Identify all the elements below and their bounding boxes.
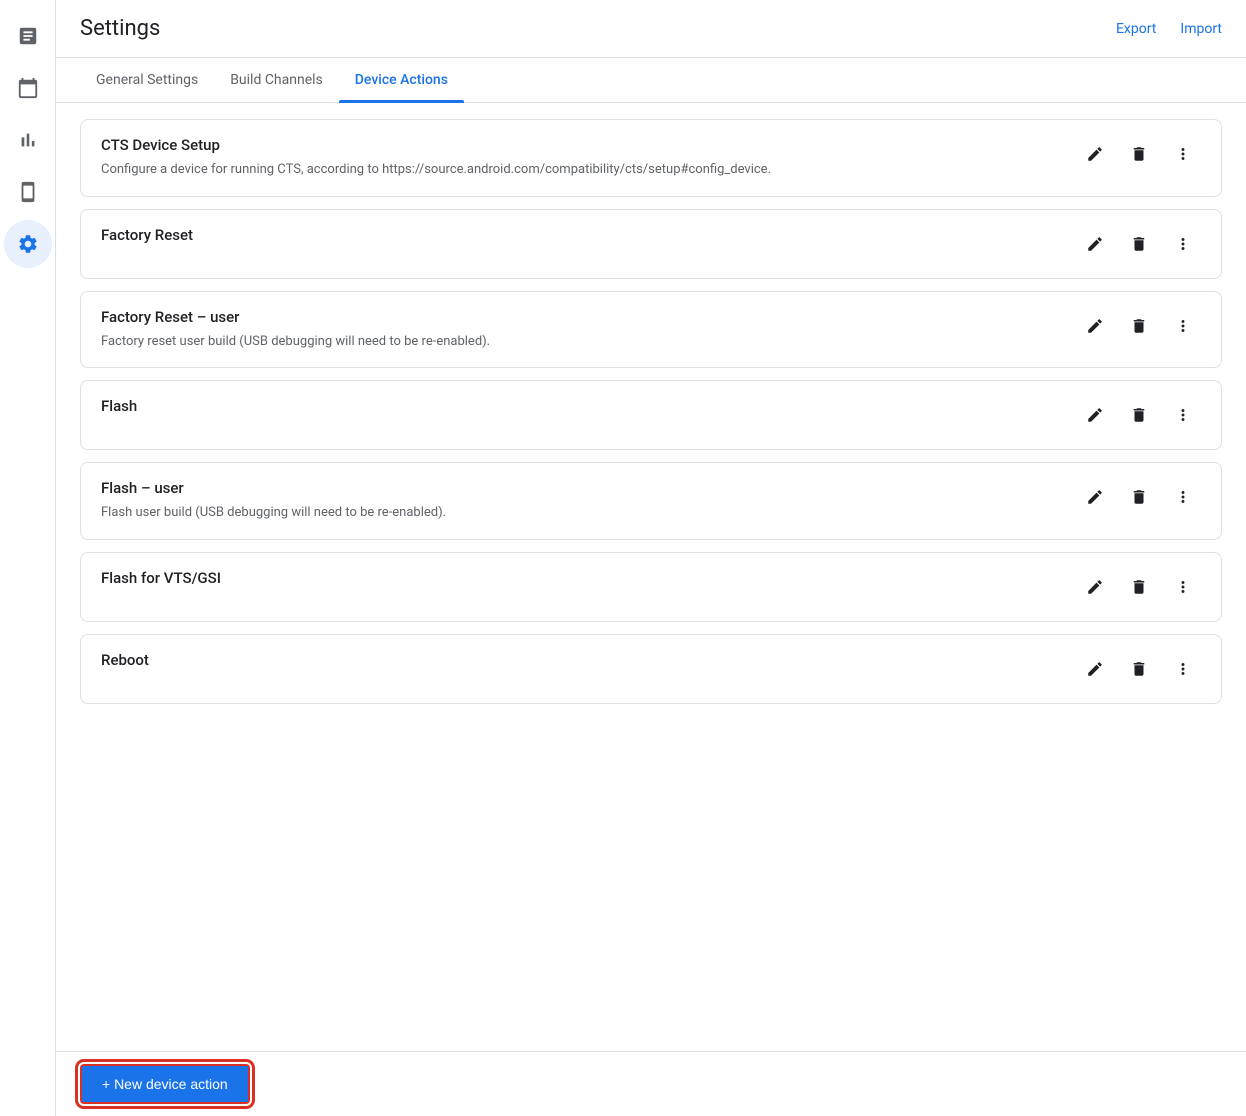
action-buttons-reboot — [1077, 651, 1201, 687]
header: Settings Export Import — [56, 0, 1246, 58]
bottom-bar: + New device action — [56, 1051, 1246, 1116]
action-content-cts-device-setup: CTS Device Setup Configure a device for r… — [101, 136, 1077, 180]
edit-button-flash-vts-gsi[interactable] — [1077, 569, 1113, 605]
more-button-reboot[interactable] — [1165, 651, 1201, 687]
export-link[interactable]: Export — [1116, 21, 1156, 37]
header-actions: Export Import — [1116, 21, 1222, 37]
delete-button-cts-device-setup[interactable] — [1121, 136, 1157, 172]
action-content-reboot: Reboot — [101, 651, 1077, 675]
sidebar-item-calendar[interactable] — [4, 64, 52, 112]
delete-button-flash-user[interactable] — [1121, 479, 1157, 515]
action-card-factory-reset-user: Factory Reset – user Factory reset user b… — [80, 291, 1222, 369]
content-area: CTS Device Setup Configure a device for r… — [56, 103, 1246, 1116]
action-desc-cts-device-setup: Configure a device for running CTS, acco… — [101, 160, 1053, 180]
action-buttons-flash-vts-gsi — [1077, 569, 1201, 605]
action-content-flash-user: Flash – user Flash user build (USB debugg… — [101, 479, 1077, 523]
edit-button-cts-device-setup[interactable] — [1077, 136, 1113, 172]
edit-button-factory-reset-user[interactable] — [1077, 308, 1113, 344]
delete-button-reboot[interactable] — [1121, 651, 1157, 687]
sidebar — [0, 0, 56, 1116]
action-content-flash: Flash — [101, 397, 1077, 421]
sidebar-item-analytics[interactable] — [4, 116, 52, 164]
action-card-flash-vts-gsi: Flash for VTS/GSI — [80, 552, 1222, 622]
more-button-flash-vts-gsi[interactable] — [1165, 569, 1201, 605]
action-buttons-factory-reset — [1077, 226, 1201, 262]
new-device-action-button[interactable]: + New device action — [80, 1064, 250, 1104]
action-card-factory-reset: Factory Reset — [80, 209, 1222, 279]
action-title-factory-reset: Factory Reset — [101, 226, 1053, 244]
action-buttons-factory-reset-user — [1077, 308, 1201, 344]
action-content-factory-reset-user: Factory Reset – user Factory reset user b… — [101, 308, 1077, 352]
actions-list: CTS Device Setup Configure a device for r… — [80, 119, 1222, 704]
action-buttons-flash — [1077, 397, 1201, 433]
more-button-flash[interactable] — [1165, 397, 1201, 433]
sidebar-item-devices[interactable] — [4, 168, 52, 216]
action-title-reboot: Reboot — [101, 651, 1053, 669]
delete-button-flash[interactable] — [1121, 397, 1157, 433]
action-content-factory-reset: Factory Reset — [101, 226, 1077, 250]
delete-button-flash-vts-gsi[interactable] — [1121, 569, 1157, 605]
main-content: Settings Export Import General Settings … — [56, 0, 1246, 1116]
action-buttons-flash-user — [1077, 479, 1201, 515]
tabs-bar: General Settings Build Channels Device A… — [56, 58, 1246, 103]
action-title-flash-vts-gsi: Flash for VTS/GSI — [101, 569, 1053, 587]
action-card-reboot: Reboot — [80, 634, 1222, 704]
edit-button-factory-reset[interactable] — [1077, 226, 1113, 262]
edit-button-flash[interactable] — [1077, 397, 1113, 433]
action-card-flash-user: Flash – user Flash user build (USB debugg… — [80, 462, 1222, 540]
edit-button-flash-user[interactable] — [1077, 479, 1113, 515]
action-title-flash: Flash — [101, 397, 1053, 415]
page-title: Settings — [80, 16, 160, 41]
action-card-flash: Flash — [80, 380, 1222, 450]
delete-button-factory-reset[interactable] — [1121, 226, 1157, 262]
edit-button-reboot[interactable] — [1077, 651, 1113, 687]
action-card-cts-device-setup: CTS Device Setup Configure a device for r… — [80, 119, 1222, 197]
action-desc-flash-user: Flash user build (USB debugging will nee… — [101, 503, 1053, 523]
tab-device-actions[interactable]: Device Actions — [339, 58, 464, 102]
action-title-factory-reset-user: Factory Reset – user — [101, 308, 1053, 326]
sidebar-item-reports[interactable] — [4, 12, 52, 60]
more-button-factory-reset-user[interactable] — [1165, 308, 1201, 344]
more-button-cts-device-setup[interactable] — [1165, 136, 1201, 172]
action-title-cts-device-setup: CTS Device Setup — [101, 136, 1053, 154]
more-button-factory-reset[interactable] — [1165, 226, 1201, 262]
sidebar-item-settings[interactable] — [4, 220, 52, 268]
action-content-flash-vts-gsi: Flash for VTS/GSI — [101, 569, 1077, 593]
tab-general-settings[interactable]: General Settings — [80, 58, 214, 102]
delete-button-factory-reset-user[interactable] — [1121, 308, 1157, 344]
import-link[interactable]: Import — [1180, 21, 1222, 37]
action-desc-factory-reset-user: Factory reset user build (USB debugging … — [101, 332, 1053, 352]
action-buttons-cts-device-setup — [1077, 136, 1201, 172]
action-title-flash-user: Flash – user — [101, 479, 1053, 497]
tab-build-channels[interactable]: Build Channels — [214, 58, 339, 102]
more-button-flash-user[interactable] — [1165, 479, 1201, 515]
